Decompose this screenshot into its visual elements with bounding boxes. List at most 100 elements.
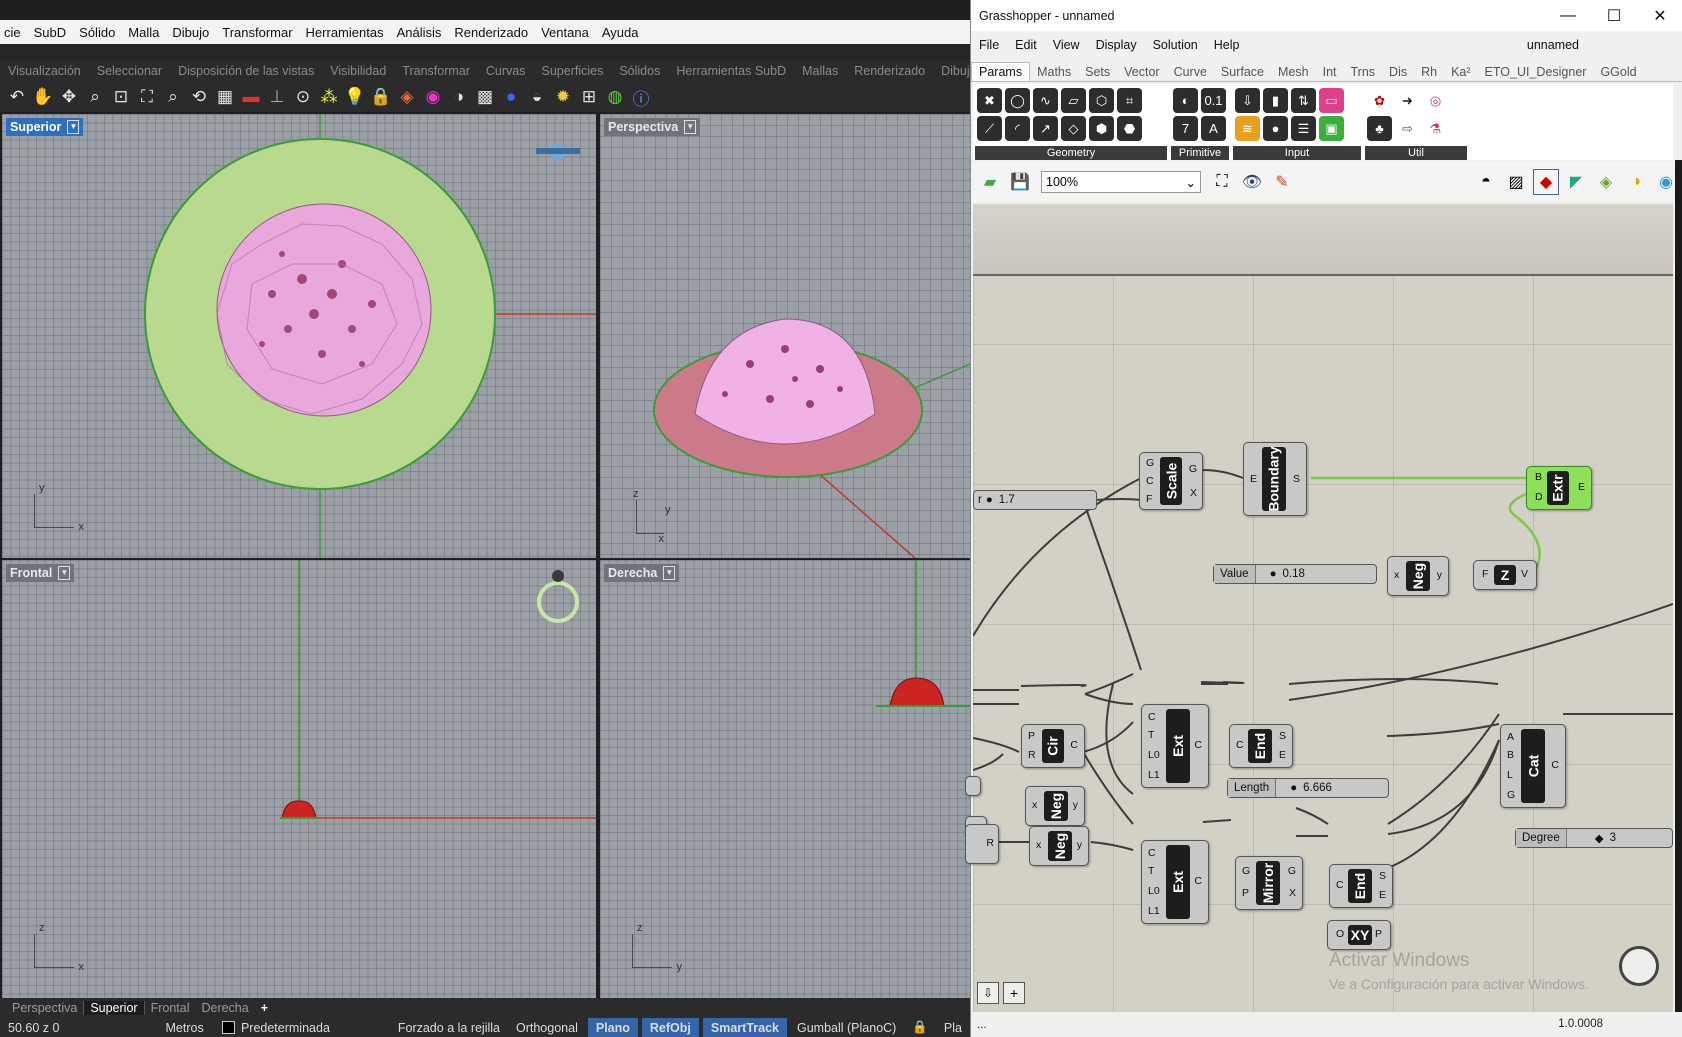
navigation-gumball-icon[interactable]: [536, 144, 580, 160]
number-slider-r[interactable]: r ● 1.7: [973, 490, 1097, 510]
node-end-points-2[interactable]: C End S E: [1329, 864, 1393, 908]
zoom-extents-icon[interactable]: ⛶: [1209, 169, 1235, 195]
node-negative-2[interactable]: x Neg y: [1025, 786, 1085, 826]
node-negative-3[interactable]: x Neg y: [1029, 826, 1089, 866]
menu-edit[interactable]: Edit: [1007, 38, 1045, 52]
zoom-extents-icon[interactable]: ⛶: [134, 84, 160, 110]
tab-dis[interactable]: Dis: [1382, 63, 1414, 81]
material-icon[interactable]: ◒: [524, 84, 550, 110]
viewport-front-label[interactable]: Frontal ▼: [6, 564, 75, 582]
menu-item-dibujo[interactable]: Dibujo: [168, 25, 218, 40]
menu-file[interactable]: File: [971, 38, 1007, 52]
integer-param-icon[interactable]: 7: [1173, 116, 1198, 141]
node-mirror[interactable]: G P Mirror G X: [1235, 856, 1303, 910]
slider-grip-icon[interactable]: ●: [1270, 568, 1277, 580]
node-extrude[interactable]: B D Extr E: [1526, 466, 1592, 510]
preview-wire-icon[interactable]: ▨: [1503, 169, 1529, 195]
toolbar-tab[interactable]: Curvas: [478, 64, 534, 78]
sketch-pen-icon[interactable]: ✎: [1269, 169, 1295, 195]
menu-view[interactable]: View: [1045, 38, 1088, 52]
viewport-perspective[interactable]: Perspectiva ▼ z y x: [600, 114, 970, 558]
relay-arrow-icon[interactable]: ➜: [1395, 88, 1420, 113]
menu-item-herramientas[interactable]: Herramientas: [302, 25, 393, 40]
smarttrack-toggle[interactable]: SmartTrack: [702, 1018, 787, 1037]
node-boundary[interactable]: E Boundary S: [1243, 442, 1307, 516]
toolbar-tab[interactable]: Visualización: [0, 64, 89, 78]
toolbar-tab[interactable]: Renderizado: [846, 64, 933, 78]
vector-param-icon[interactable]: ↗: [1033, 116, 1058, 141]
gradient-icon[interactable]: ▣: [1319, 116, 1344, 141]
plane-param-icon[interactable]: ◇: [1061, 116, 1086, 141]
box-param-icon[interactable]: ⬢: [1089, 116, 1114, 141]
canvas-navigator-icon[interactable]: [1619, 946, 1659, 986]
node-offscreen-r[interactable]: R: [965, 824, 999, 864]
tab-int[interactable]: Int: [1316, 63, 1344, 81]
preview-selected-icon[interactable]: ◈: [1593, 169, 1619, 195]
lock-icon[interactable]: 🔒: [904, 1018, 936, 1037]
menu-item-transformar[interactable]: Transformar: [218, 25, 301, 40]
viewport-top[interactable]: Superior ▼ yx: [2, 114, 596, 558]
tab-rh[interactable]: Rh: [1414, 63, 1444, 81]
planar-toggle[interactable]: Plano: [587, 1018, 638, 1037]
maximize-icon[interactable]: ☐: [1591, 0, 1637, 31]
layer-icon[interactable]: ◈: [394, 84, 420, 110]
gumball-toggle[interactable]: Gumball (PlanoC): [789, 1018, 904, 1037]
tab-maths[interactable]: Maths: [1030, 63, 1078, 81]
status-more[interactable]: Pla: [936, 1018, 970, 1037]
curve-param-icon[interactable]: ∿: [1033, 88, 1058, 113]
close-icon[interactable]: ✕: [1637, 0, 1682, 31]
viewport-perspective-label[interactable]: Perspectiva ▼: [604, 118, 701, 136]
dimension-icon[interactable]: ⊞: [576, 84, 602, 110]
circle-param-icon[interactable]: ◯: [1005, 88, 1030, 113]
viewport-right-label[interactable]: Derecha ▼: [604, 564, 680, 582]
node-extend-curve-2[interactable]: C T L0 L1 Ext C: [1141, 840, 1209, 924]
viewport-right[interactable]: Derecha ▼ zy: [600, 560, 970, 998]
number-slider-degree[interactable]: Degree ◆ 3: [1515, 828, 1673, 848]
arrow-outline-icon[interactable]: ⇨: [1395, 116, 1420, 141]
toolbar-tab[interactable]: Mallas: [794, 64, 846, 78]
knob-icon[interactable]: ●: [1263, 116, 1288, 141]
move-view-icon[interactable]: ✥: [56, 84, 82, 110]
tab-ka2[interactable]: Ka²: [1444, 63, 1477, 81]
number-slider-length[interactable]: Length ● 6.666: [1227, 778, 1389, 798]
settings-gear-icon[interactable]: ✹: [550, 84, 576, 110]
mesh-param-icon[interactable]: ⌗: [1117, 88, 1142, 113]
grid-snap-toggle[interactable]: Forzado a la rejilla: [390, 1018, 508, 1037]
zoom-select[interactable]: 100% ⌄: [1041, 171, 1201, 193]
points-icon[interactable]: ⁂: [316, 84, 342, 110]
tab-mesh[interactable]: Mesh: [1271, 63, 1316, 81]
menu-item[interactable]: cie: [0, 25, 30, 40]
cherry-icon[interactable]: ✿: [1367, 88, 1392, 113]
menu-item-solido[interactable]: Sólido: [75, 25, 124, 40]
viewport-tab-derecha[interactable]: Derecha: [195, 1001, 254, 1015]
number-slider-value[interactable]: Value ● 0.18: [1213, 564, 1377, 584]
canvas-download-icon[interactable]: ⇩: [977, 982, 999, 1004]
gh-canvas[interactable]: G C F Scale G X E Boundary S B D Extr E: [965, 204, 1673, 1012]
graph-icon[interactable]: ≋: [1235, 116, 1260, 141]
viewport-menu-caret-icon[interactable]: ▼: [58, 566, 71, 580]
menu-display[interactable]: Display: [1088, 38, 1145, 52]
help-icon[interactable]: ⓘ: [628, 84, 654, 110]
preview-mode-off-icon[interactable]: ◓: [1473, 169, 1499, 195]
add-viewport-tab-icon[interactable]: +: [255, 1001, 274, 1015]
open-file-icon[interactable]: ▰: [977, 169, 1003, 195]
swatch-icon[interactable]: ▭: [1319, 88, 1344, 113]
viewport-tab-frontal[interactable]: Frontal: [145, 1001, 196, 1015]
render-sphere-icon[interactable]: ●: [498, 84, 524, 110]
minimize-icon[interactable]: —: [1545, 0, 1591, 31]
zoom-selected-icon[interactable]: ⌕: [160, 84, 186, 110]
ortho-toggle[interactable]: Orthogonal: [508, 1018, 586, 1037]
light-icon[interactable]: 💡: [342, 84, 368, 110]
menu-item-ayuda[interactable]: Ayuda: [598, 25, 648, 40]
lock-icon[interactable]: 🔒: [368, 84, 394, 110]
viewport-menu-caret-icon[interactable]: ▼: [684, 120, 697, 134]
zoom-icon[interactable]: ⌕: [82, 84, 108, 110]
viewport-top-label[interactable]: Superior ▼: [6, 118, 84, 136]
node-circle[interactable]: P R Cir C: [1021, 724, 1085, 768]
viewport-menu-caret-icon[interactable]: ▼: [663, 566, 676, 580]
undo-icon[interactable]: ↶: [4, 84, 30, 110]
tab-ggold[interactable]: GGold: [1593, 63, 1643, 81]
boolean-param-icon[interactable]: ◐: [1173, 88, 1198, 113]
panel-icon[interactable]: ⇩: [1235, 88, 1260, 113]
viewport-tab-superior[interactable]: Superior: [83, 1001, 145, 1015]
